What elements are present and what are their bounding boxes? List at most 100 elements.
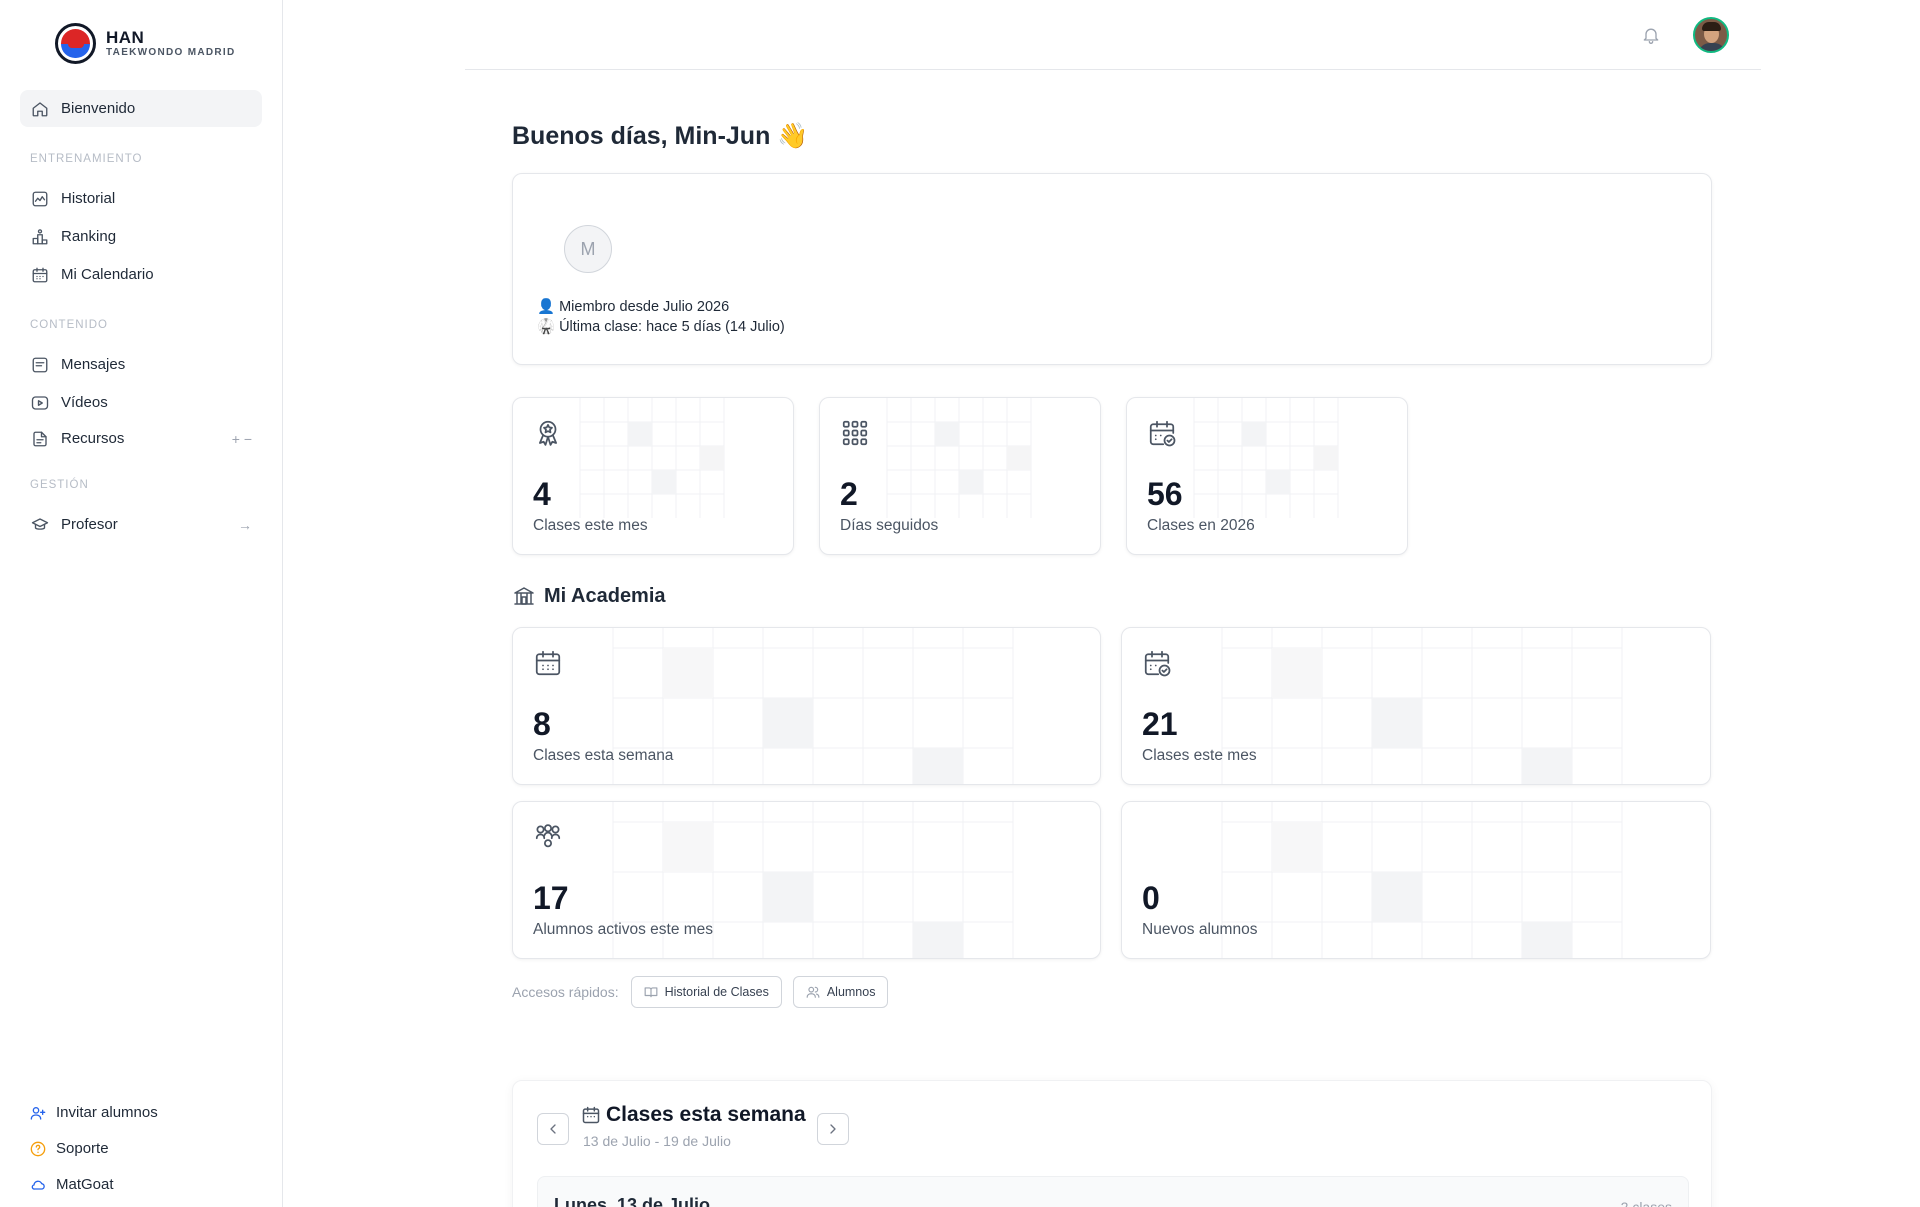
podium-icon [31,228,49,246]
calendar-icon [581,1105,601,1125]
sidebar-item-mi-calendario[interactable]: Mi Calendario [20,256,262,293]
academy-heading: Mi Academia [512,584,666,608]
grid-icon [840,418,870,448]
brand-name: HAN [106,27,145,47]
book-icon [644,985,658,999]
quick-button-class-history[interactable]: Historial de Clases [630,976,782,1008]
calendar-icon [533,648,563,678]
section-title-gestion: GESTIÓN [30,479,89,491]
quick-button-students[interactable]: Alumnos [792,976,889,1008]
matgoat-link[interactable]: MatGoat [30,1176,114,1193]
stat-value: 56 [1147,476,1183,512]
academy-building-icon [512,584,536,608]
expand-toggle[interactable]: + − [232,431,252,447]
bell-icon[interactable] [1641,25,1661,45]
calendar-check-icon [1147,418,1177,448]
quick-access-label: Accesos rápidos: [512,984,619,1000]
sidebar-item-label: Ranking [61,228,117,245]
member-since: 👤 Miembro desde Julio 2026 [537,299,730,315]
sidebar-item-ranking[interactable]: Ranking [20,218,262,255]
calendar-check-icon [1142,648,1172,678]
stat-card-streak: 2 Días seguidos [819,397,1101,555]
sidebar-item-recursos[interactable]: Recursos + − [20,420,262,457]
stat-value: 0 [1142,880,1160,916]
cloud-icon [30,1177,46,1193]
profile-card: M 👤 Miembro desde Julio 2026 🥋 Última cl… [512,173,1712,365]
academy-title: Mi Academia [544,584,666,607]
support-link[interactable]: Soporte [30,1140,109,1157]
chevron-left-icon [550,1124,556,1134]
stat-label: Clases en 2026 [1147,517,1255,534]
brand-subtitle: TAEKWONDO MADRID [106,46,236,58]
sidebar-item-historial[interactable]: Historial [20,180,262,217]
stat-label: Nuevos alumnos [1142,921,1258,938]
home-icon [31,100,49,118]
top-bar [465,0,1761,70]
brand-text: HAN TAEKWONDO MADRID [106,27,236,59]
sidebar-item-label: Mensajes [61,356,126,373]
page-title: Buenos días, Min-Jun 👋 [512,122,809,150]
stat-value: 21 [1142,706,1178,742]
sidebar-item-label: Mi Calendario [61,266,154,283]
video-icon [31,394,49,412]
academy-card-classes-month: 21 Clases este mes [1121,627,1711,785]
award-icon [533,418,563,448]
next-week-button[interactable] [817,1113,849,1145]
sidebar-item-bienvenido[interactable]: Bienvenido [20,90,262,127]
user-avatar[interactable] [1693,17,1729,53]
academy-card-new-students: 0 Nuevos alumnos [1121,801,1711,959]
matgoat-label: MatGoat [56,1176,114,1193]
quick-access: Accesos rápidos: Historial de Clases Alu… [512,976,889,1008]
stat-card-classes-month: 4 Clases este mes [512,397,794,555]
arrow-right-icon: → [238,516,252,533]
stat-label: Clases este mes [1142,747,1257,764]
last-class: 🥋 Última clase: hace 5 días (14 Julio) [537,319,785,335]
stat-card-classes-year: 56 Clases en 2026 [1126,397,1408,555]
activity-icon [31,190,49,208]
sidebar-item-label: Bienvenido [61,100,136,117]
app-root: HAN TAEKWONDO MADRID Bienvenido ENTRENAM… [0,0,1920,1207]
quick-button-label: Historial de Clases [664,985,769,999]
taeguk-logo-icon [55,23,96,64]
quick-button-label: Alumnos [826,985,876,999]
week-title: Clases esta semana [581,1103,806,1127]
stat-label: Alumnos activos este mes [533,921,714,938]
stat-label: Clases este mes [533,517,648,534]
section-title-entrenamiento: ENTRENAMIENTO [30,153,143,165]
help-circle-icon [30,1141,46,1157]
week-range: 13 de Julio - 19 de Julio [583,1133,731,1149]
week-classes-card: Clases esta semana 13 de Julio - 19 de J… [512,1080,1712,1207]
academy-card-active-students: 17 Alumnos activos este mes [512,801,1101,959]
prev-week-button[interactable] [537,1113,569,1145]
graduation-cap-icon [31,516,49,534]
sidebar-item-label: Historial [61,190,116,207]
brand-logo[interactable]: HAN TAEKWONDO MADRID [55,23,236,64]
stat-value: 8 [533,706,551,742]
profile-avatar: M [564,225,612,273]
sidebar-item-videos[interactable]: Vídeos [20,384,262,421]
academy-card-classes-week: 8 Clases esta semana [512,627,1101,785]
section-title-contenido: CONTENIDO [30,319,108,331]
users-icon [806,985,820,999]
day-row[interactable]: Lunes, 13 de Julio 2 clases [537,1176,1689,1207]
document-icon [31,430,49,448]
invite-students-label: Invitar alumnos [56,1104,158,1121]
main-content: Buenos días, Min-Jun 👋 M 👤 Miembro desde… [283,0,1920,1207]
sidebar-item-label: Vídeos [61,394,108,411]
sidebar: HAN TAEKWONDO MADRID Bienvenido ENTRENAM… [0,0,283,1207]
stat-value: 2 [840,476,858,512]
day-class-count: 2 clases [1620,1199,1672,1207]
day-name: Lunes, 13 de Julio [554,1195,711,1207]
stat-value: 17 [533,880,569,916]
week-title-text: Clases esta semana [606,1103,806,1126]
sidebar-item-profesor[interactable]: Profesor → [20,506,262,543]
chevron-right-icon [830,1124,836,1134]
stat-value: 4 [533,476,551,512]
sidebar-item-mensajes[interactable]: Mensajes [20,346,262,383]
calendar-icon [31,266,49,284]
stat-label: Clases esta semana [533,747,674,764]
stat-label: Días seguidos [840,517,939,534]
sidebar-item-label: Profesor [61,516,118,533]
invite-students-link[interactable]: Invitar alumnos [30,1104,158,1121]
user-plus-icon [30,1105,46,1121]
